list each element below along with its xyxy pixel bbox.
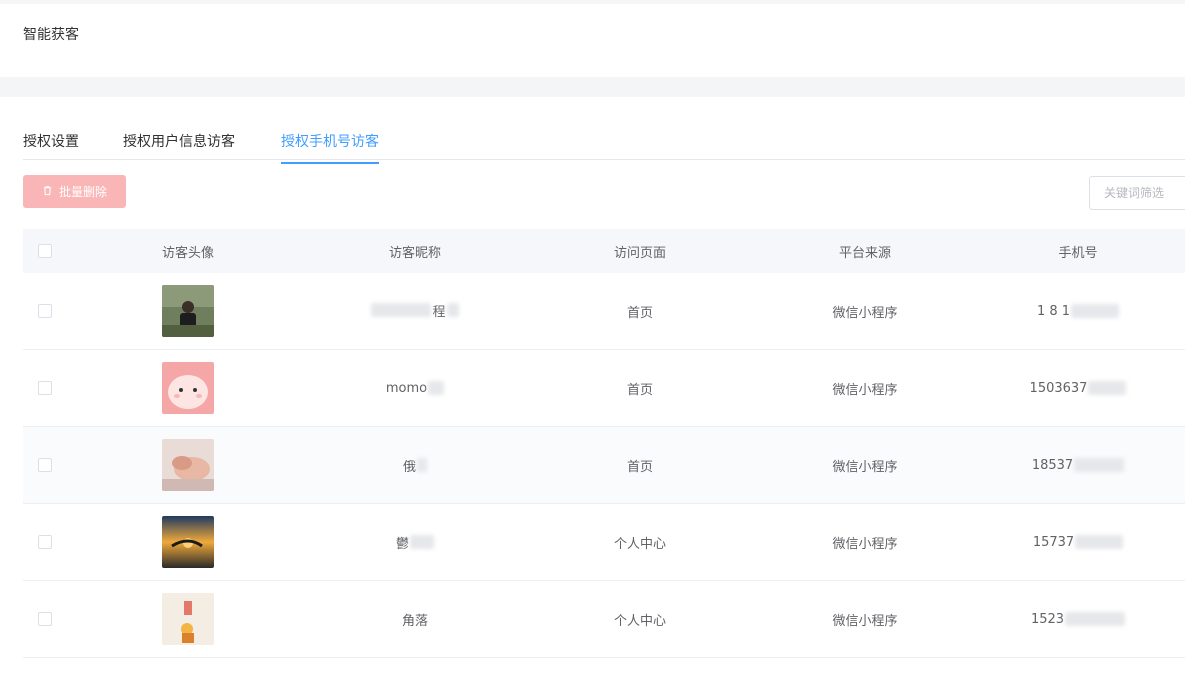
platform-source: 微信小程序 — [832, 536, 898, 552]
phone-number: 15737 — [1032, 534, 1075, 550]
platform-source: 微信小程序 — [832, 459, 898, 475]
phone-number: 1 8 1 — [1036, 303, 1071, 319]
column-header-page: 访问页面 — [613, 245, 666, 261]
tab-auth-settings[interactable]: 授权设置 — [23, 131, 79, 163]
visitor-nickname: momo — [385, 380, 428, 396]
page-title: 智能获客 — [23, 27, 79, 43]
trash-icon — [42, 185, 53, 199]
section-divider — [0, 77, 1185, 97]
visitor-avatar — [162, 439, 214, 491]
table-header: 访客头像 访客昵称 访问页面 平台来源 手机号 — [23, 229, 1185, 273]
visit-page: 个人中心 — [613, 536, 666, 552]
visitor-nickname: 角落 — [401, 613, 428, 629]
platform-source: 微信小程序 — [832, 613, 898, 629]
visitor-nickname: 鬱 — [395, 536, 409, 552]
platform-source: 微信小程序 — [832, 305, 898, 321]
tab-phone-visitors[interactable]: 授权手机号访客 — [281, 131, 379, 164]
row-checkbox[interactable] — [38, 458, 52, 472]
visit-page: 首页 — [626, 305, 653, 321]
visit-page: 首页 — [626, 382, 653, 398]
column-header-phone: 手机号 — [1058, 245, 1098, 261]
table-row[interactable]: 鬱 个人中心 微信小程序 15737 — [23, 504, 1185, 581]
table-row[interactable]: 角落 个人中心 微信小程序 1523 — [23, 581, 1185, 658]
visitor-avatar — [162, 285, 214, 337]
tab-bar: 授权设置 授权用户信息访客 授权手机号访客 — [23, 97, 1185, 164]
table-row[interactable]: momo 首页 微信小程序 1503637 — [23, 350, 1185, 427]
keyword-filter-input[interactable] — [1089, 176, 1185, 210]
batch-delete-label: 批量删除 — [58, 185, 107, 199]
tab-user-info-visitors[interactable]: 授权用户信息访客 — [123, 131, 235, 163]
visit-page: 个人中心 — [613, 613, 666, 629]
phone-number: 1523 — [1030, 611, 1065, 627]
visit-page: 首页 — [626, 459, 653, 475]
visitor-avatar — [162, 516, 214, 568]
visitor-nickname: 程 — [432, 304, 446, 320]
platform-source: 微信小程序 — [832, 382, 898, 398]
column-header-avatar: 访客头像 — [161, 245, 214, 261]
row-checkbox[interactable] — [38, 535, 52, 549]
visitor-nickname: 俄 — [402, 459, 416, 475]
row-checkbox[interactable] — [38, 612, 52, 626]
phone-number: 1503637 — [1029, 380, 1088, 396]
column-header-nickname: 访客昵称 — [388, 245, 441, 261]
row-checkbox[interactable] — [38, 381, 52, 395]
phone-number: 18537 — [1031, 457, 1074, 473]
table-row[interactable]: 程 首页 微信小程序 1 8 1 — [23, 273, 1185, 350]
row-checkbox[interactable] — [38, 304, 52, 318]
visitor-avatar — [162, 362, 214, 414]
table-row[interactable]: 俄 首页 微信小程序 18537 — [23, 427, 1185, 504]
batch-delete-button[interactable]: 批量删除 — [23, 175, 126, 208]
header-card: 智能获客 — [0, 0, 1185, 77]
column-header-source: 平台来源 — [838, 245, 891, 261]
visitor-avatar — [162, 593, 214, 645]
select-all-checkbox[interactable] — [38, 244, 52, 258]
visitor-table: 访客头像 访客昵称 访问页面 平台来源 手机号 程 首页 微信小程序 1 8 1… — [23, 229, 1185, 658]
